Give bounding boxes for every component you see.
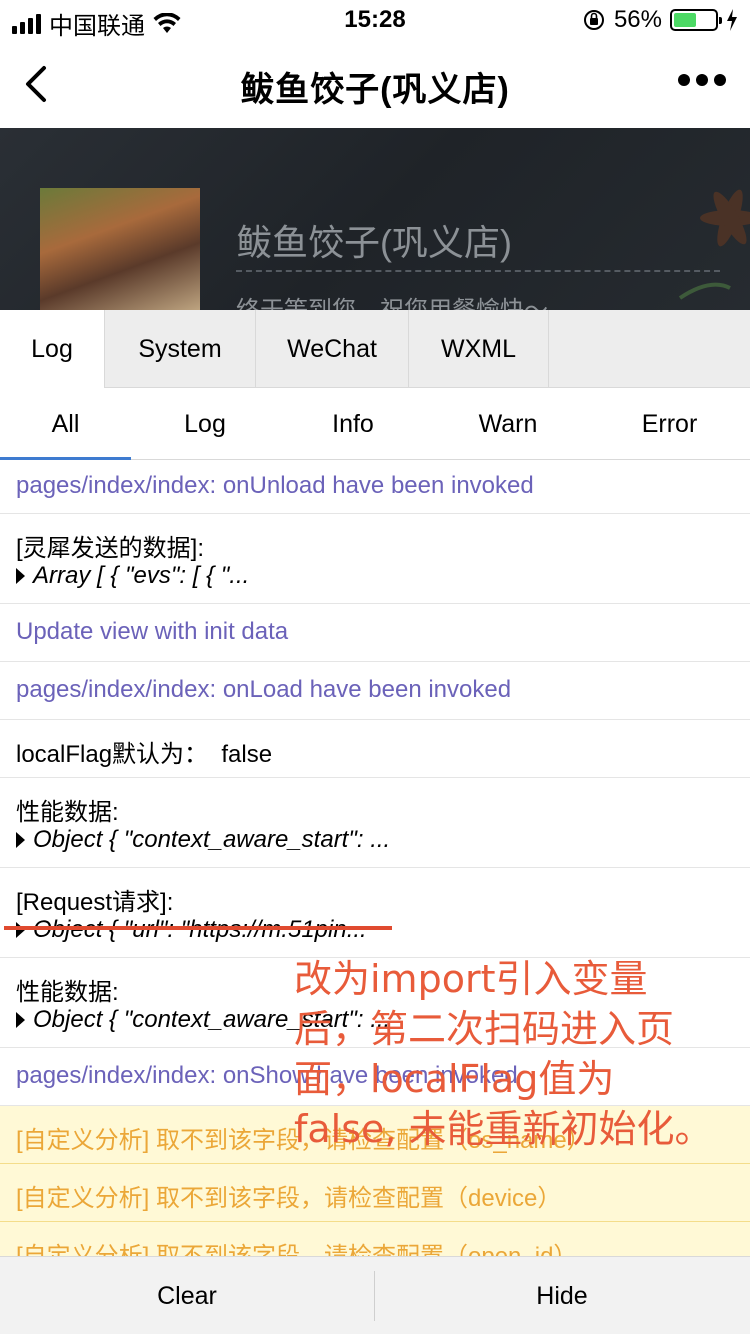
- console-toolbar: Clear Hide: [0, 1256, 750, 1334]
- welcome-text: 终于等到您，祝您用餐愉快～: [236, 290, 548, 310]
- expand-caret-icon: [16, 922, 25, 938]
- battery-percent: 56%: [613, 6, 662, 33]
- subtab-all[interactable]: All: [0, 388, 131, 460]
- console-main-tabs: Log System WeChat WXML: [0, 310, 750, 388]
- subtab-warn[interactable]: Warn: [427, 388, 589, 460]
- log-list[interactable]: pages/index/index: onUnload have been in…: [0, 460, 750, 1256]
- clear-button[interactable]: Clear: [0, 1257, 374, 1334]
- orientation-lock-icon: [583, 10, 604, 30]
- shop-banner: 鲅鱼饺子(巩义店) 终于等到您，祝您用餐愉快～: [0, 128, 750, 310]
- more-icon[interactable]: [678, 74, 726, 86]
- annotation-text: 改为import引入变量后，第二次扫码进入页面，localFlag值为false…: [294, 957, 713, 1151]
- banner-divider: [236, 270, 720, 272]
- console-sub-tabs: All Log Info Warn Error: [0, 388, 750, 460]
- log-text: pages/index/index: onLoad have been invo…: [16, 676, 512, 703]
- log-label: 性能数据:: [16, 979, 119, 1006]
- tab-system[interactable]: System: [105, 310, 256, 388]
- status-right: 56%: [582, 6, 738, 34]
- log-text: [自定义分析] 取不到该字段，请检查配置（open_id）: [16, 1236, 577, 1256]
- subtab-info[interactable]: Info: [279, 388, 427, 460]
- log-entry-warn: [自定义分析] 取不到该字段，请检查配置（open_id）: [0, 1222, 750, 1256]
- log-entry: Update view with init data: [0, 604, 750, 662]
- subtab-log[interactable]: Log: [131, 388, 279, 460]
- log-text: localFlag默认为： false: [16, 741, 273, 768]
- star-anise-decoration: [678, 189, 750, 300]
- subtab-error[interactable]: Error: [589, 388, 750, 460]
- log-object-toggle[interactable]: Array [ { "evs": [ { "...: [16, 562, 249, 590]
- log-text: pages/index/index: onUnload have been in…: [16, 472, 534, 499]
- tab-log[interactable]: Log: [0, 310, 105, 388]
- log-entry: [Request请求]: Object { "url": "https://m.…: [0, 868, 750, 958]
- expand-caret-icon: [16, 568, 25, 584]
- shop-name: 鲅鱼饺子(巩义店): [236, 222, 512, 263]
- tab-wechat[interactable]: WeChat: [256, 310, 409, 388]
- tab-wxml[interactable]: WXML: [409, 310, 549, 388]
- log-entry: pages/index/index: onLoad have been invo…: [0, 662, 750, 720]
- nav-bar: 鲅鱼饺子(巩义店): [0, 40, 750, 128]
- status-bar: 中国联通 15:28 56%: [0, 0, 750, 40]
- vconsole-panel: Log System WeChat WXML All Log Info Warn…: [0, 310, 750, 1334]
- hide-button[interactable]: Hide: [375, 1257, 749, 1334]
- log-entry: [灵犀发送的数据]: Array [ { "evs": [ { "...: [0, 514, 750, 604]
- charging-icon: [727, 9, 737, 31]
- page-title: 鲅鱼饺子(巩义店): [240, 71, 510, 109]
- annotation-underline: [4, 926, 392, 930]
- log-object: Array [ { "evs": [ { "...: [33, 562, 250, 589]
- log-object: Object { "context_aware_start": ...: [33, 826, 391, 853]
- log-object-toggle[interactable]: Object { "context_aware_start": ...: [16, 826, 390, 854]
- log-label: [Request请求]:: [16, 889, 174, 916]
- battery-icon: [670, 9, 722, 31]
- expand-caret-icon: [16, 832, 25, 848]
- shop-image: [40, 188, 200, 310]
- log-entry: localFlag默认为： false: [0, 720, 750, 778]
- log-label: 性能数据:: [16, 799, 119, 826]
- log-label: [灵犀发送的数据]:: [16, 535, 205, 562]
- log-text: Update view with init data: [16, 618, 289, 645]
- log-entry-warn: [自定义分析] 取不到该字段，请检查配置（device）: [0, 1164, 750, 1222]
- log-entry: pages/index/index: onUnload have been in…: [0, 460, 750, 514]
- log-entry: 性能数据: Object { "context_aware_start": ..…: [0, 778, 750, 868]
- expand-caret-icon: [16, 1012, 25, 1028]
- log-object-toggle[interactable]: Object { "url": "https://m.51pin...: [16, 916, 367, 944]
- battery-level: [674, 13, 697, 27]
- log-text: [自定义分析] 取不到该字段，请检查配置（device）: [16, 1185, 562, 1212]
